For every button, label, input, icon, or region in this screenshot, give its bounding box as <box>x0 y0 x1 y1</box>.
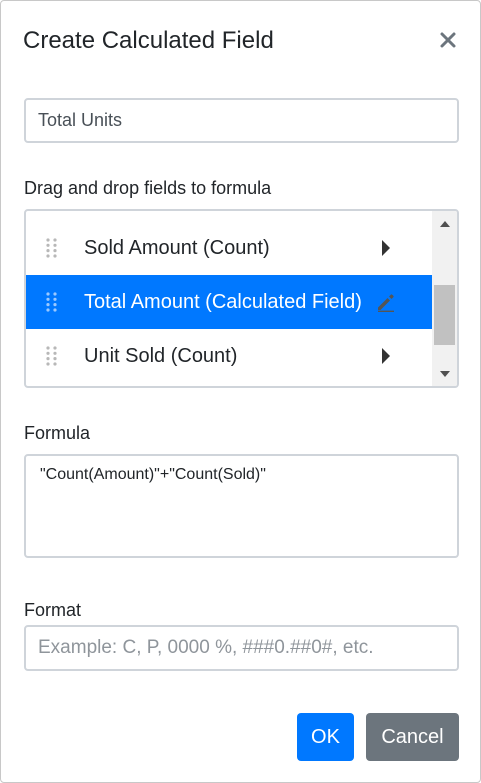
close-icon <box>440 32 456 48</box>
scrollbar-thumb[interactable] <box>434 285 455 345</box>
fields-list: Sold Amount (Count) Total Amount (Calcul… <box>26 221 434 383</box>
field-item-label: Unit Sold (Count) <box>84 344 238 367</box>
field-item-sold-amount[interactable]: Sold Amount (Count) <box>26 221 434 275</box>
field-item-total-amount[interactable]: Total Amount (Calculated Field) <box>26 275 434 329</box>
drag-handle-icon[interactable] <box>46 238 58 258</box>
edit-pencil-icon[interactable] <box>376 292 396 312</box>
create-calculated-field-dialog: Create Calculated Field Drag and drop fi… <box>0 0 481 783</box>
fields-list-box: Sold Amount (Count) Total Amount (Calcul… <box>24 209 459 388</box>
caret-right-icon[interactable] <box>376 346 396 366</box>
dialog-title: Create Calculated Field <box>23 27 274 54</box>
scroll-up-arrow-icon[interactable] <box>432 214 457 234</box>
ok-button[interactable]: OK <box>297 713 354 761</box>
field-item-unit-sold[interactable]: Unit Sold (Count) <box>26 329 434 383</box>
close-button[interactable] <box>436 28 460 52</box>
caret-right-icon[interactable] <box>376 238 396 258</box>
format-label: Format <box>24 600 82 620</box>
cancel-button[interactable]: Cancel <box>366 713 459 761</box>
field-item-label: Sold Amount (Count) <box>84 236 270 259</box>
drag-handle-icon[interactable] <box>46 346 58 366</box>
format-input[interactable] <box>24 625 459 671</box>
fields-scrollbar[interactable] <box>432 211 457 386</box>
fields-section-label: Drag and drop fields to formula <box>24 178 272 198</box>
drag-handle-icon[interactable] <box>46 292 58 312</box>
field-name-input[interactable] <box>24 98 459 143</box>
scroll-down-arrow-icon[interactable] <box>432 364 457 384</box>
formula-label: Formula <box>24 423 91 443</box>
field-item-label: Total Amount (Calculated Field) <box>84 290 362 313</box>
formula-textarea[interactable]: "Count(Amount)"+"Count(Sold)" <box>24 454 459 558</box>
dialog-header: Create Calculated Field <box>23 25 464 57</box>
